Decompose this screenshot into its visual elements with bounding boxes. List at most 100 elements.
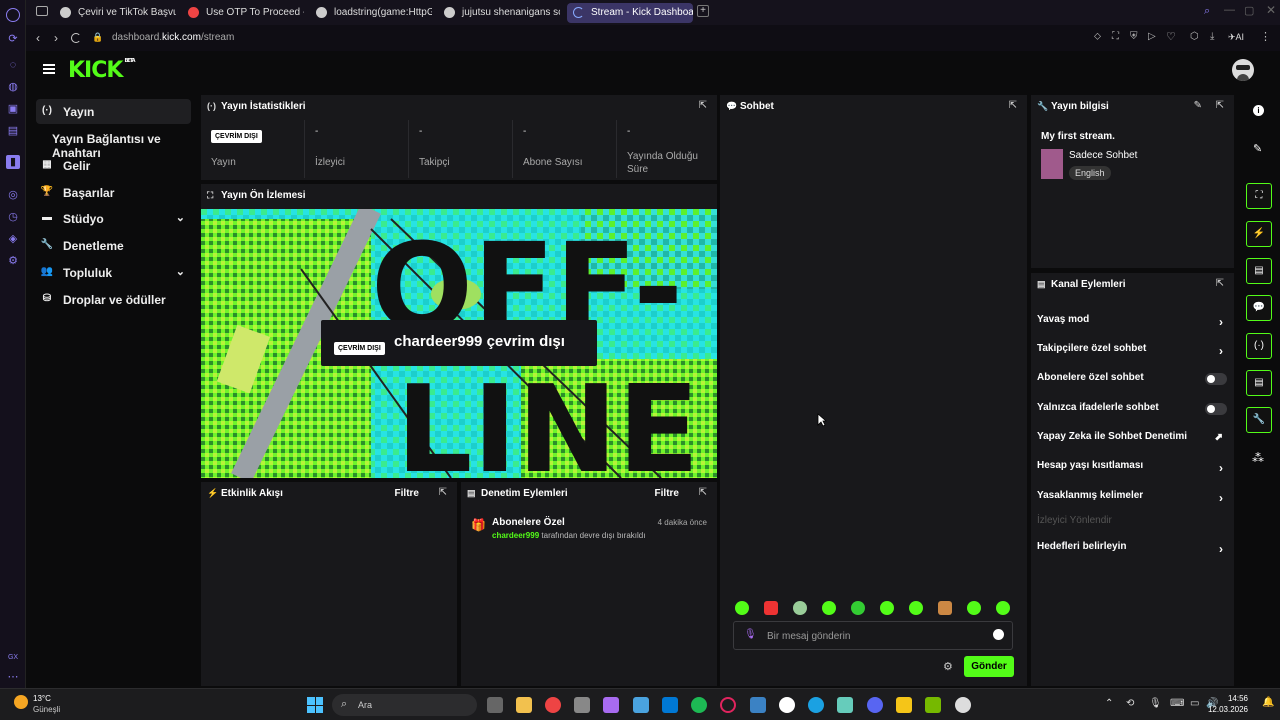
edit-icon[interactable]: ✎ [1194,100,1202,111]
action-account-age[interactable]: Hesap yaşı kısıtlaması › [1037,460,1227,482]
yandex-icon[interactable] [779,697,795,713]
emote-icon[interactable] [793,601,807,615]
microphone-icon[interactable]: 🎙 [744,629,757,640]
sidebar-item-gelir[interactable]: ▦ Gelir [36,153,191,178]
new-tab-button[interactable]: + [697,5,709,17]
kick-logo[interactable]: KICK BETA [68,58,136,83]
emote-icon[interactable] [735,601,749,615]
action-banned-words[interactable]: Yasaklanmış kelimeler › [1037,490,1227,512]
ai-button[interactable]: ✈AI [1228,32,1244,43]
sidebar-app-icon[interactable]: ◌ [6,58,20,72]
chrome-icon[interactable] [545,697,561,713]
tray-app-icon[interactable]: ⟲ [1126,698,1134,709]
tray-chevron-up-icon[interactable]: ⌃ [1105,698,1113,709]
copilot-icon[interactable] [603,697,619,713]
sidebar-item-basarilar[interactable]: 🏆 Başarılar [36,180,191,205]
search-icon[interactable]: ⌕ [1204,5,1210,18]
sidebar-app-icon[interactable]: ▣ [6,102,20,116]
close-icon[interactable]: ✕ [1266,3,1276,17]
spotify-icon[interactable] [691,697,707,713]
stats-toggle-button[interactable]: (·) [1246,333,1272,359]
app-icon[interactable] [955,697,971,713]
store-icon[interactable] [574,697,590,713]
nvidia-icon[interactable] [925,697,941,713]
sidebar-item-studyo[interactable]: ▬ Stüdyo ⌄ [36,206,191,231]
popout-icon[interactable]: ⇱ [699,487,707,498]
more-icon[interactable]: ⋯ [6,670,20,684]
history-icon[interactable]: ◷ [6,210,20,224]
twitch-icon[interactable]: ▮ [6,155,20,169]
sidebar-app-icon[interactable]: ◎ [6,188,20,202]
send-button[interactable]: Gönder [964,656,1014,677]
snapshot-icon[interactable]: ⛶ [1112,31,1119,42]
keyboard-icon[interactable]: ⌨ [1170,698,1184,709]
tab-otp[interactable]: Use OTP To Proceed - ha [182,3,304,23]
forward-icon[interactable]: › [54,31,58,45]
emote-icon[interactable] [996,601,1010,615]
emote-icon[interactable] [909,601,923,615]
emotes-only-toggle[interactable] [1205,403,1227,415]
activity-toggle-button[interactable]: ⚡ [1246,221,1272,247]
action-set-goals[interactable]: Hedefleri belirleyin › [1037,541,1227,563]
emote-icon[interactable] [880,601,894,615]
log-toggle-button[interactable]: ▤ [1246,258,1272,284]
file-explorer-icon[interactable] [516,697,532,713]
tab-jujutsu[interactable]: jujutsu shenanigans script [438,3,560,23]
extensions-icon[interactable]: ⬡ [1190,31,1199,42]
heart-icon[interactable]: ♡ [1166,30,1176,43]
info-icon[interactable]: i [1253,105,1264,116]
tab-ceviri[interactable]: Çeviri ve TikTok Başvuru [54,3,176,23]
minimize-icon[interactable]: — [1224,4,1235,16]
emote-icon[interactable] [764,601,778,615]
popout-icon[interactable]: ⇱ [1216,100,1224,111]
opera-gx-icon[interactable] [720,697,736,713]
network-icon[interactable]: ▭ [1190,698,1199,709]
preview-toggle-button[interactable]: ⛶ [1246,183,1272,209]
notification-bell-icon[interactable]: 🔔 [1262,697,1274,708]
rockstar-icon[interactable] [896,697,912,713]
sidebar-app-icon[interactable]: ◍ [6,80,20,94]
clock-date[interactable]: 12.03.2026 [1203,705,1248,714]
tab-manager-icon[interactable] [36,6,48,16]
messenger-icon[interactable]: ▤ [6,124,20,138]
emote-icon[interactable] [822,601,836,615]
discord-icon[interactable] [867,697,883,713]
windows-start-icon[interactable] [307,697,323,713]
app-icon[interactable] [837,697,853,713]
task-view-icon[interactable] [487,697,503,713]
microphone-icon[interactable]: 🎙 [1149,698,1162,709]
action-followers-only[interactable]: Takipçilere özel sohbet › [1037,343,1227,365]
sidebar-item-topluluk[interactable]: 👥 Topluluk ⌄ [36,260,191,285]
taskbar-search[interactable]: ⌕ Ara [332,694,477,716]
emoji-icon[interactable] [993,629,1004,640]
chat-input[interactable]: 🎙 Bir mesaj gönderin [733,621,1013,650]
tab-loadstring[interactable]: loadstring(game:HttpGet( [310,3,432,23]
sidebar-item-denetleme[interactable]: 🔧 Denetleme [36,233,191,258]
hamburger-menu-icon[interactable] [43,64,55,74]
sidebar-item-yayin[interactable]: (·) Yayın [36,99,191,124]
sidebar-item-droplar[interactable]: ⛁ Droplar ve ödüller [36,287,191,312]
emote-icon[interactable] [851,601,865,615]
edge-icon[interactable] [808,697,824,713]
popout-icon[interactable]: ⇱ [1216,278,1224,289]
channel-actions-toggle-button[interactable]: ▤ [1246,370,1272,396]
popout-icon[interactable]: ⇱ [699,100,707,111]
opera-logo-icon[interactable] [6,8,20,22]
avatar[interactable] [1232,59,1254,81]
app-icon[interactable] [750,697,766,713]
popout-icon[interactable]: ⇱ [439,487,447,498]
stream-info-toggle-button[interactable]: 🔧 [1246,407,1272,433]
url-field[interactable]: dashboard.kick.com/stream [112,32,234,43]
play-icon[interactable]: ▷ [1148,31,1156,42]
maximize-icon[interactable]: ▢ [1244,4,1254,17]
filter-button[interactable]: Filtre [655,488,679,499]
shield-icon[interactable]: ⛨ [1130,31,1138,42]
edit-icon[interactable]: ✎ [1253,142,1262,155]
app-icon[interactable] [633,697,649,713]
action-ai-moderation[interactable]: Yapay Zeka ile Sohbet Denetimi ⬈ [1037,431,1227,453]
chat-settings-icon[interactable]: ⚙ [943,660,953,673]
settings-icon[interactable]: ⚙ [6,254,20,268]
action-slow-mode[interactable]: Yavaş mod › [1037,314,1227,336]
refresh-icon[interactable]: ⟳ [6,32,20,46]
subscribers-only-toggle[interactable] [1205,373,1227,385]
